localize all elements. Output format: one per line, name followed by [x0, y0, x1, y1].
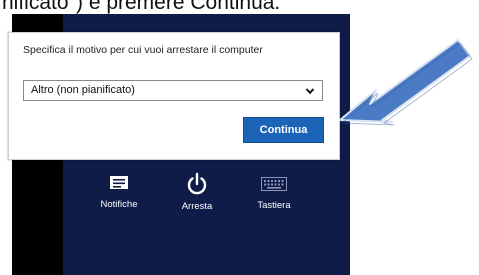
charm-notifications[interactable]: Notifiche: [89, 175, 149, 210]
notifications-icon: [110, 176, 128, 189]
charm-label: Arresta: [181, 201, 213, 212]
shutdown-reason-dialog: Specifica il motivo per cui vuoi arresta…: [8, 32, 340, 160]
continue-button[interactable]: Continua: [243, 117, 324, 143]
reason-select[interactable]: Altro (non pianificato): [23, 80, 323, 101]
dialog-prompt: Specifica il motivo per cui vuoi arresta…: [23, 44, 263, 56]
chevron-down-icon: [305, 88, 315, 95]
pointer-arrow-icon: [339, 39, 473, 126]
charm-power[interactable]: Arresta: [167, 172, 227, 212]
reason-select-value: Altro (non pianificato): [31, 84, 135, 96]
keyboard-icon: [261, 177, 287, 191]
charm-keyboard[interactable]: Tastiera: [244, 177, 304, 211]
charm-label: Tastiera: [257, 200, 291, 211]
charm-label: Notifiche: [100, 199, 138, 210]
power-icon: [187, 172, 207, 195]
